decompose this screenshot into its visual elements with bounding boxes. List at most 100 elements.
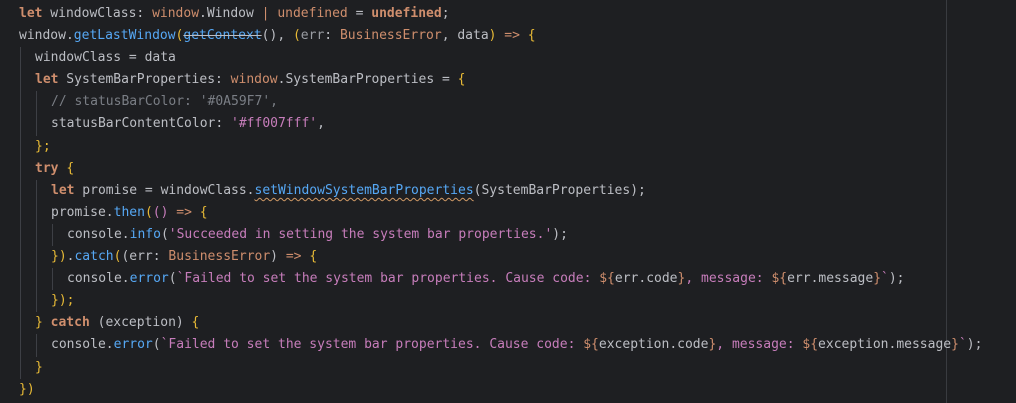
code-token: ${ xyxy=(771,271,788,287)
code-line-text: } xyxy=(35,357,43,379)
code-token: }); xyxy=(51,293,75,309)
code-token: ${ xyxy=(583,337,599,353)
code-token: ( xyxy=(292,28,301,44)
code-token: exception.code xyxy=(598,337,709,353)
code-line[interactable]: }); xyxy=(0,290,1016,313)
code-token: , message: xyxy=(716,337,803,353)
code-token: BusinessError xyxy=(339,28,442,44)
code-line-text: }); xyxy=(51,290,74,312)
code-line[interactable]: let promise = windowClass.setWindowSyste… xyxy=(0,179,1016,202)
code-line[interactable]: try { xyxy=(0,157,1016,180)
indent-guide xyxy=(36,113,37,136)
code-line-text: let windowClass: window.Window | undefin… xyxy=(19,3,450,25)
code-line-text: window.getLastWindow(getContext(), (err:… xyxy=(19,25,536,47)
code-token: ) xyxy=(270,249,286,265)
indent-guide xyxy=(20,113,21,136)
code-token: , message: xyxy=(685,271,772,287)
code-editor[interactable]: let windowClass: window.Window | undefin… xyxy=(0,0,1016,403)
indent-guide xyxy=(20,135,21,158)
code-line[interactable]: let SystemBarProperties: window.SystemBa… xyxy=(0,69,1016,92)
code-line-text: // statusBarColor: '#0A59F7', xyxy=(51,91,278,113)
code-token: window xyxy=(152,6,200,21)
code-line[interactable]: statusBarContentColor: '#ff007fff', xyxy=(0,113,1016,136)
code-token: , xyxy=(441,28,458,44)
code-line[interactable]: // statusBarColor: '#0A59F7', xyxy=(0,91,1016,114)
code-token: { xyxy=(199,204,208,220)
indent-guide xyxy=(20,47,21,70)
code-token: catch xyxy=(50,315,90,331)
indent-guide xyxy=(20,223,21,247)
code-token: ${ xyxy=(599,271,615,287)
code-token: promise = windowClass. xyxy=(74,182,255,198)
code-token: promise. xyxy=(51,204,114,220)
indent-guide xyxy=(20,290,21,313)
code-line-text: let SystemBarProperties: window.SystemBa… xyxy=(35,69,465,91)
code-line[interactable]: let windowClass: window.Window | undefin… xyxy=(0,3,1016,25)
code-token: error xyxy=(113,337,153,353)
code-token: let xyxy=(35,72,59,88)
code-token: console. xyxy=(67,226,130,242)
code-line[interactable]: console.error(`Failed to set the system … xyxy=(0,334,1016,357)
indent-guide xyxy=(36,223,37,247)
indent-guide xyxy=(36,334,37,357)
code-line[interactable]: console.error(`Failed to set the system … xyxy=(0,268,1016,291)
code-line[interactable]: }; xyxy=(0,135,1016,158)
code-line-text: statusBarContentColor: '#ff007fff', xyxy=(51,113,325,135)
code-token: error xyxy=(129,271,169,287)
code-token: windowClass = data xyxy=(35,50,176,66)
code-line-text: let promise = windowClass.setWindowSyste… xyxy=(51,180,646,202)
code-token: windowClass: xyxy=(42,6,153,21)
code-token: (exception) xyxy=(89,315,192,331)
code-line[interactable]: window.getLastWindow(getContext(), (err:… xyxy=(0,25,1016,47)
code-token: `Failed to set the system bar properties… xyxy=(160,337,584,353)
code-token: info xyxy=(129,226,161,242)
code-token: try xyxy=(35,160,59,176)
code-line[interactable]: }) xyxy=(0,379,1016,401)
indent-guide xyxy=(36,246,37,269)
code-token: err xyxy=(300,28,325,44)
code-line-text: promise.then(() => { xyxy=(51,202,208,224)
code-token: ${ xyxy=(802,337,819,353)
code-token: .SystemBarProperties = xyxy=(277,72,458,88)
code-token: ( xyxy=(152,337,161,353)
code-token: . xyxy=(65,28,74,44)
code-token: => xyxy=(176,204,200,220)
code-token: (SystemBarProperties); xyxy=(473,182,646,198)
code-token: data xyxy=(457,28,489,44)
indent-guide xyxy=(20,179,21,202)
code-token: 'Succeeded in setting the system bar pro… xyxy=(168,226,553,242)
indent-guide xyxy=(36,290,37,313)
code-token: { xyxy=(309,249,318,265)
code-token: console. xyxy=(51,337,114,353)
code-line[interactable]: }).catch((err: BusinessError) => { xyxy=(0,246,1016,269)
code-token: }; xyxy=(35,138,51,154)
code-token: SystemBarProperties: xyxy=(58,72,231,88)
code-area[interactable]: let windowClass: window.Window | undefin… xyxy=(0,3,1016,401)
code-token: }) xyxy=(51,249,67,265)
indent-guide xyxy=(36,268,37,291)
code-token: catch xyxy=(74,249,114,265)
indent-guide xyxy=(20,201,21,224)
code-line[interactable]: } catch (exception) { xyxy=(0,312,1016,335)
code-token: } xyxy=(873,271,882,287)
indent-guide xyxy=(52,223,53,247)
code-token: } xyxy=(35,315,43,331)
code-token: console. xyxy=(67,271,130,287)
code-token: { xyxy=(191,315,200,331)
code-token: : xyxy=(324,28,340,44)
code-token: } xyxy=(951,337,959,353)
code-token: { xyxy=(527,28,536,44)
code-token: let xyxy=(51,182,75,198)
code-line[interactable]: console.info('Succeeded in setting the s… xyxy=(0,223,1016,247)
code-line[interactable]: } xyxy=(0,356,1016,379)
code-token: ` xyxy=(881,271,889,287)
code-token: err.code xyxy=(614,271,678,287)
code-line[interactable]: promise.then(() => { xyxy=(0,201,1016,224)
code-line-text: console.info('Succeeded in setting the s… xyxy=(67,224,568,246)
indent-guide xyxy=(52,268,53,291)
code-token: ( xyxy=(168,271,177,287)
code-line[interactable]: windowClass = data xyxy=(0,47,1016,70)
code-line-text: } catch (exception) { xyxy=(35,312,199,334)
code-token: let xyxy=(19,6,43,21)
code-token: (err: xyxy=(121,249,169,265)
